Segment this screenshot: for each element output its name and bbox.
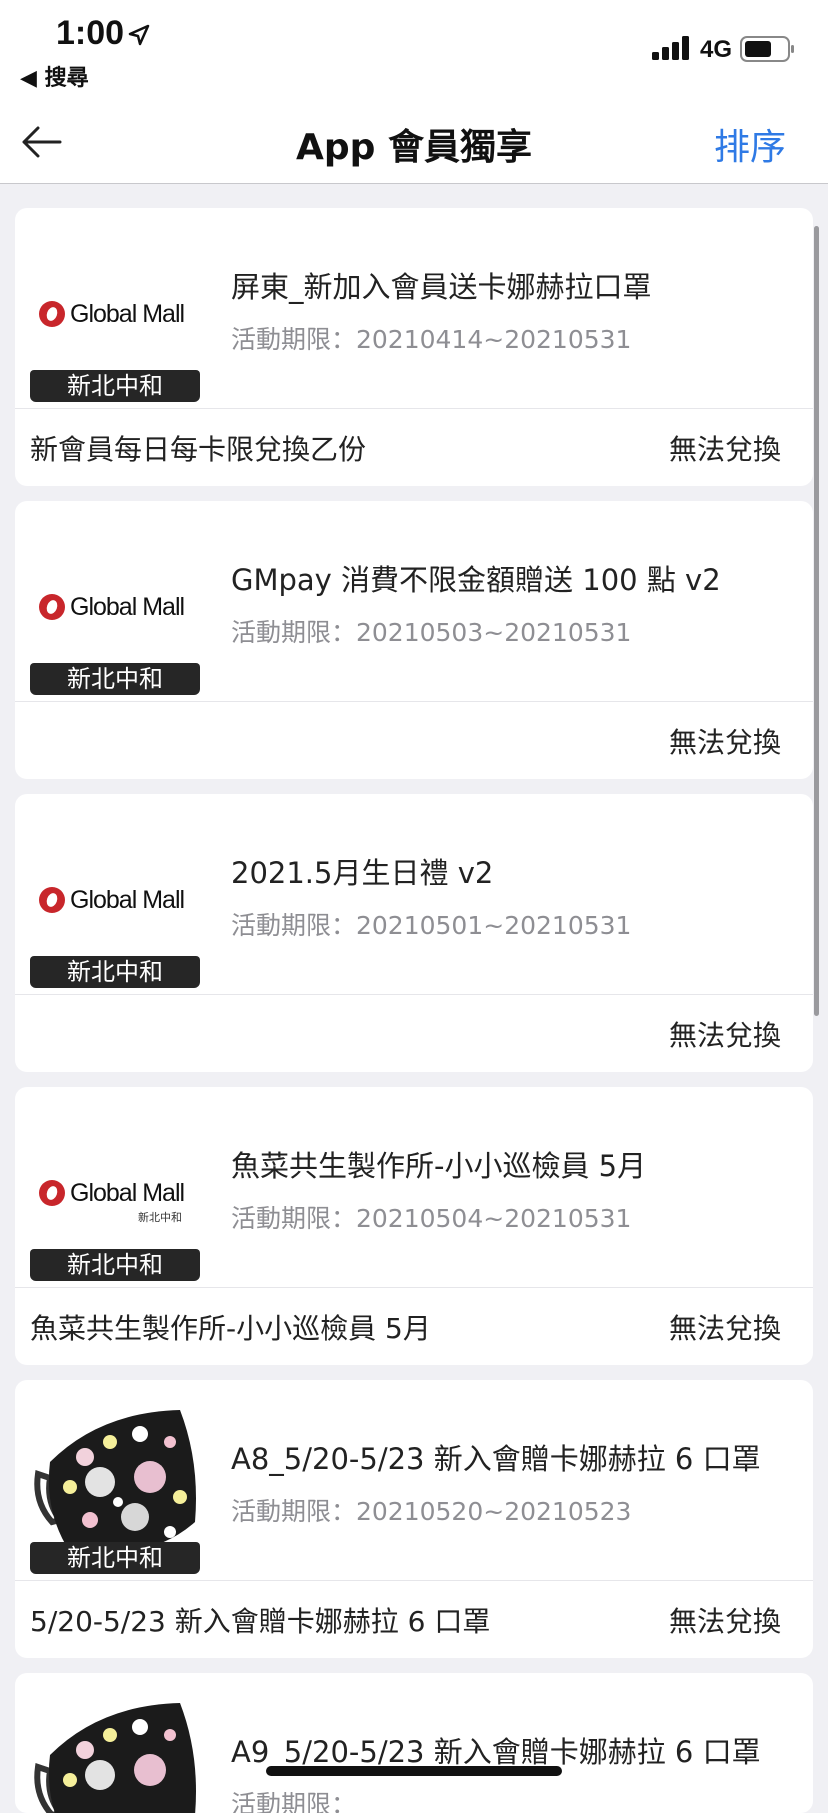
global-mall-logo-icon — [39, 301, 65, 327]
home-indicator[interactable] — [266, 1766, 562, 1776]
network-type: 4G — [700, 36, 733, 63]
coupon-card[interactable]: Global Mall 新北中和 2021.5月生日禮 v2 活動期限：2021… — [15, 794, 813, 1072]
card-divider — [15, 701, 813, 702]
coupon-note: 新會員每日每卡限兌換乙份 — [30, 433, 367, 466]
logo-brand-text: Global Mall — [70, 592, 185, 621]
coupon-thumbnail: Global Mall 新北中和 — [30, 816, 200, 988]
coupon-note: 5/20-5/23 新入會贈卡娜赫拉 6 口罩 — [30, 1605, 491, 1638]
coupon-thumbnail — [30, 1695, 200, 1813]
store-badge: 新北中和 — [30, 663, 200, 695]
global-mall-logo-icon — [39, 887, 65, 913]
coupon-thumbnail: 新北中和 — [30, 1402, 200, 1574]
coupon-card[interactable]: 新北中和 A8_5/20-5/23 新入會贈卡娜赫拉 6 口罩 活動期限：202… — [15, 1380, 813, 1658]
global-mall-logo: Global Mall — [38, 1173, 185, 1213]
coupon-thumbnail: Global Mall 新北中和 — [30, 230, 200, 402]
global-mall-logo: Global Mall — [38, 294, 185, 334]
coupon-title: GMpay 消費不限金額贈送 100 點 v2 — [231, 563, 721, 597]
coupon-period: 活動期限：20210414~20210531 — [231, 325, 632, 354]
global-mall-logo-icon — [39, 594, 65, 620]
coupon-title: 屏東_新加入會員送卡娜赫拉口罩 — [231, 270, 652, 304]
coupon-card[interactable]: A9_5/20-5/23 新入會贈卡娜赫拉 6 口罩 活動期限： — [15, 1673, 813, 1813]
store-badge: 新北中和 — [30, 956, 200, 988]
status-bar: 1:00 ◀ 搜尋 4G — [0, 0, 828, 100]
card-divider — [15, 408, 813, 409]
redeem-status[interactable]: 無法兌換 — [669, 1307, 781, 1347]
coupon-card[interactable]: Global Mall 新北中和 屏東_新加入會員送卡娜赫拉口罩 活動期限：20… — [15, 208, 813, 486]
navigation-bar: App 會員獨享 排序 — [0, 100, 828, 184]
coupon-card[interactable]: Global Mall 新北中和 GMpay 消費不限金額贈送 100 點 v2… — [15, 501, 813, 779]
card-divider — [15, 1287, 813, 1288]
signal-bars-icon — [652, 36, 689, 60]
coupon-period: 活動期限：20210501~20210531 — [231, 911, 632, 940]
redeem-status[interactable]: 無法兌換 — [669, 428, 781, 468]
logo-brand-text: Global Mall — [70, 885, 185, 914]
coupon-title: 魚菜共生製作所-小小巡檢員 5月 — [231, 1149, 647, 1183]
back-to-app-link[interactable]: ◀ 搜尋 — [20, 60, 89, 92]
face-mask-image — [34, 1703, 196, 1813]
redeem-status[interactable]: 無法兌換 — [669, 721, 781, 761]
location-arrow-icon — [128, 24, 150, 46]
redeem-status[interactable]: 無法兌換 — [669, 1014, 781, 1054]
coupon-period: 活動期限：20210504~20210531 — [231, 1204, 632, 1233]
coupon-title: A8_5/20-5/23 新入會贈卡娜赫拉 6 口罩 — [231, 1442, 761, 1476]
global-mall-logo: Global Mall — [38, 880, 185, 920]
coupon-note: 魚菜共生製作所-小小巡檢員 5月 — [30, 1312, 431, 1345]
card-divider — [15, 1580, 813, 1581]
status-time: 1:00 — [56, 14, 125, 52]
logo-brand-text: Global Mall — [70, 1178, 185, 1207]
store-badge: 新北中和 — [30, 1249, 200, 1281]
store-badge: 新北中和 — [30, 370, 200, 402]
logo-brand-text: Global Mall — [70, 299, 185, 328]
store-badge: 新北中和 — [30, 1542, 200, 1574]
coupon-thumbnail: Global Mall 新北中和 新北中和 — [30, 1109, 200, 1281]
battery-icon — [740, 36, 794, 62]
redeem-status[interactable]: 無法兌換 — [669, 1600, 781, 1640]
scrollbar[interactable] — [814, 226, 819, 1016]
sort-button[interactable]: 排序 — [714, 118, 786, 170]
coupon-period: 活動期限： — [231, 1790, 357, 1813]
coupon-period: 活動期限：20210520~20210523 — [231, 1497, 632, 1526]
coupon-thumbnail: Global Mall 新北中和 — [30, 523, 200, 695]
coupon-card[interactable]: Global Mall 新北中和 新北中和 魚菜共生製作所-小小巡檢員 5月 活… — [15, 1087, 813, 1365]
coupon-period: 活動期限：20210503~20210531 — [231, 618, 632, 647]
page-title: App 會員獨享 — [296, 127, 532, 168]
coupon-title: 2021.5月生日禮 v2 — [231, 856, 494, 890]
global-mall-logo-icon — [39, 1180, 65, 1206]
logo-sub-text: 新北中和 — [138, 1211, 182, 1224]
global-mall-logo: Global Mall — [38, 587, 185, 627]
coupon-title: A9_5/20-5/23 新入會贈卡娜赫拉 6 口罩 — [231, 1735, 761, 1769]
card-divider — [15, 994, 813, 995]
